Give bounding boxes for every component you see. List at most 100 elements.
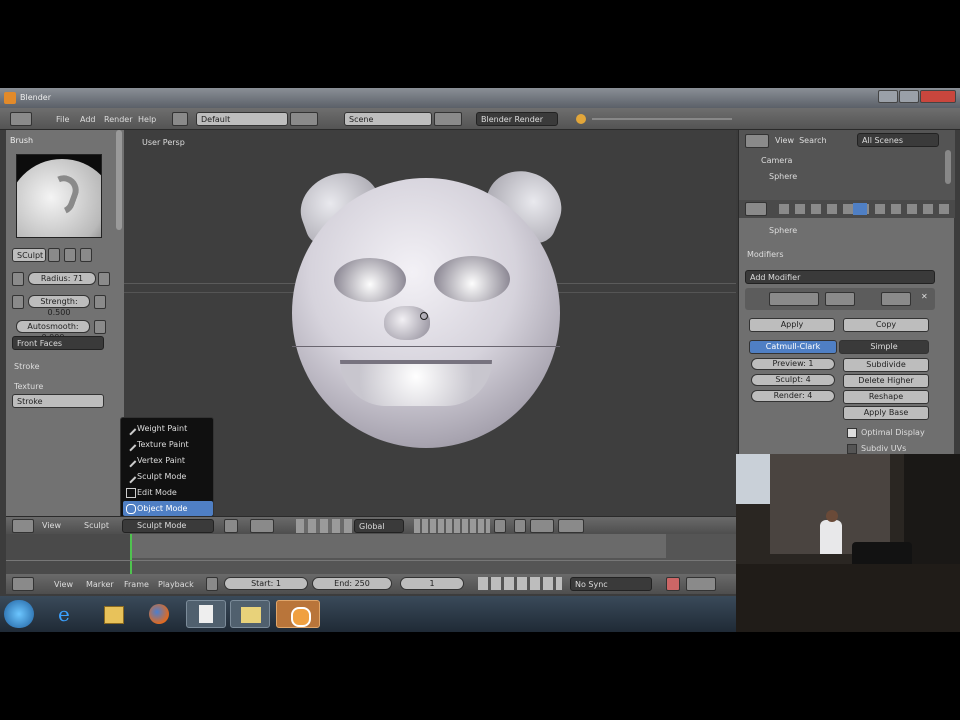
timeline-editor-type[interactable] — [12, 577, 34, 591]
properties-editor-type[interactable] — [745, 202, 767, 216]
maximize-button[interactable] — [899, 90, 919, 103]
brush-delete-icon[interactable] — [80, 248, 92, 262]
sculpt-level-slider[interactable]: Sculpt: 4 — [751, 374, 835, 386]
outliner-item-camera[interactable]: Camera — [761, 156, 792, 165]
keying-set-icons[interactable] — [686, 577, 716, 591]
3d-viewport[interactable]: User Persp — [124, 130, 736, 516]
outliner-item-sphere[interactable]: Sphere — [769, 172, 797, 181]
menu-file[interactable]: File — [56, 115, 69, 124]
tool-shelf-scrollbar[interactable] — [116, 130, 122, 230]
modifier-visibility-toggles[interactable] — [825, 292, 855, 306]
apply-button[interactable]: Apply — [749, 318, 835, 332]
outliner-display-select[interactable]: All Scenes — [857, 133, 939, 147]
orientation-select[interactable]: Global — [354, 519, 404, 533]
layer-buttons[interactable] — [414, 519, 490, 533]
record-icon[interactable] — [666, 577, 680, 591]
radius-unified-icon[interactable] — [12, 272, 24, 286]
mode-item-texture-paint[interactable]: Texture Paint — [123, 437, 213, 452]
layout-field[interactable]: Default — [196, 112, 288, 126]
folder-taskbar-button[interactable] — [230, 600, 270, 628]
add-modifier-select[interactable]: Add Modifier — [745, 270, 935, 284]
start-frame-field[interactable]: Start: 1 — [224, 577, 308, 590]
radius-slider[interactable]: Radius: 71 — [28, 272, 96, 285]
optimal-display-checkbox[interactable] — [847, 428, 857, 438]
outliner-scrollbar[interactable] — [945, 150, 951, 184]
mode-select[interactable]: Sculpt Mode — [122, 519, 214, 533]
scene-field[interactable]: Scene — [344, 112, 432, 126]
modifier-move-buttons[interactable] — [881, 292, 911, 306]
outliner-view-menu[interactable]: View Search — [775, 136, 827, 145]
modifier-tab-icon[interactable] — [853, 203, 867, 215]
close-button[interactable] — [920, 90, 956, 103]
blender-taskbar-button[interactable] — [276, 600, 320, 628]
simple-tab[interactable]: Simple — [839, 340, 929, 354]
catmull-clark-tab[interactable]: Catmull-Clark — [749, 340, 837, 354]
timeline-menu-view[interactable]: View — [54, 580, 73, 589]
timeline-editor[interactable] — [6, 534, 736, 574]
preview-level-slider[interactable]: Preview: 1 — [751, 358, 835, 370]
timeline-menu-playback[interactable]: Playback — [158, 580, 194, 589]
playback-controls[interactable] — [478, 577, 562, 590]
timeline-menu-frame[interactable]: Frame — [124, 580, 149, 589]
internet-explorer-icon[interactable]: e — [50, 600, 86, 628]
outliner-editor-type[interactable] — [745, 134, 769, 148]
subdiv-uvs-checkbox[interactable] — [847, 444, 857, 454]
autosmooth-pressure-icon[interactable] — [94, 320, 106, 334]
brush-preview[interactable] — [16, 154, 102, 238]
mode-item-vertex-paint[interactable]: Vertex Paint — [123, 453, 213, 468]
mode-item-weight-paint[interactable]: Weight Paint — [123, 421, 213, 436]
texture-paint-icon — [123, 438, 137, 452]
file-explorer-icon[interactable] — [96, 600, 132, 628]
copy-button[interactable]: Copy — [843, 318, 929, 332]
current-frame-marker[interactable] — [130, 534, 132, 574]
window-light — [736, 454, 770, 504]
subdivide-button[interactable]: Subdivide — [843, 358, 929, 372]
autosmooth-slider[interactable]: Autosmooth: 0.000 — [16, 320, 90, 342]
firefox-icon[interactable] — [142, 600, 178, 628]
view-editor-type[interactable] — [12, 519, 34, 533]
reshape-button[interactable]: Reshape — [843, 390, 929, 404]
brush-fake-user[interactable] — [48, 248, 60, 262]
radius-pressure-icon[interactable] — [98, 272, 110, 286]
snap-icon[interactable] — [514, 519, 526, 533]
document-taskbar-button[interactable] — [186, 600, 226, 628]
start-orb-icon[interactable] — [4, 600, 34, 628]
snap-element-select[interactable] — [530, 519, 554, 533]
menu-add[interactable]: Add — [80, 115, 96, 124]
strength-pressure-icon[interactable] — [94, 295, 106, 309]
front-faces-toggle[interactable]: Front Faces — [12, 336, 104, 350]
sync-mode-select[interactable]: No Sync — [570, 577, 652, 591]
preview-range-icon[interactable] — [206, 577, 218, 591]
layer-lock-icon[interactable] — [494, 519, 506, 533]
render-engine-select[interactable]: Blender Render — [476, 112, 558, 126]
stroke-method-field[interactable]: Stroke — [12, 394, 104, 408]
mode-item-sculpt-mode[interactable]: Sculpt Mode — [123, 469, 213, 484]
modifier-name-field[interactable] — [769, 292, 819, 306]
strength-unified-icon[interactable] — [12, 295, 24, 309]
manipulator-icons[interactable] — [296, 519, 352, 533]
timeline-menu-marker[interactable]: Marker — [86, 580, 114, 589]
apply-base-button[interactable]: Apply Base — [843, 406, 929, 420]
shading-icon[interactable] — [224, 519, 238, 533]
current-frame-field[interactable]: 1 — [400, 577, 464, 590]
sculpt-menu[interactable]: Sculpt — [84, 521, 109, 530]
menu-render[interactable]: Render — [104, 115, 132, 124]
minimize-button[interactable] — [878, 90, 898, 103]
brush-name-field[interactable]: SCulpt — [12, 248, 46, 262]
editor-type-button[interactable] — [10, 112, 32, 126]
3d-cursor[interactable] — [420, 312, 428, 320]
view-menu[interactable]: View — [42, 521, 61, 530]
brush-new-icon[interactable] — [64, 248, 76, 262]
mode-item-edit-mode[interactable]: Edit Mode — [123, 485, 213, 500]
strength-slider[interactable]: Strength: 0.500 — [28, 295, 90, 317]
render-level-slider[interactable]: Render: 4 — [751, 390, 835, 402]
scene-add-remove[interactable] — [434, 112, 462, 126]
menu-help[interactable]: Help — [138, 115, 156, 124]
modifier-close-icon[interactable]: ✕ — [921, 292, 928, 301]
mode-item-object-mode[interactable]: Object Mode — [123, 501, 213, 516]
end-frame-field[interactable]: End: 250 — [312, 577, 392, 590]
layout-add-remove[interactable] — [290, 112, 318, 126]
render-preview-icons[interactable] — [558, 519, 584, 533]
pivot-icon[interactable] — [250, 519, 274, 533]
delete-higher-button[interactable]: Delete Higher — [843, 374, 929, 388]
